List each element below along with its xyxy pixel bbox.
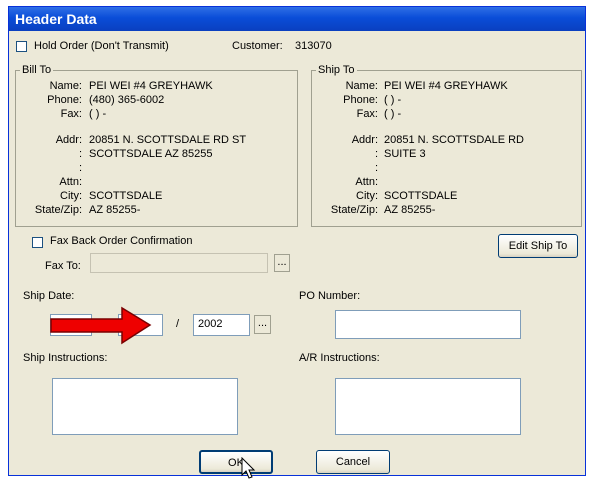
ship-instructions-label: Ship Instructions: [23,352,108,364]
fax-to-browse-button[interactable]: ... [274,254,290,272]
edit-ship-to-button[interactable]: Edit Ship To [498,234,578,258]
hold-order-checkbox[interactable] [16,41,27,52]
window-title: Header Data [9,7,585,31]
bill-fax-label: Fax: [60,108,82,120]
bill-phone-label: Phone: [47,94,82,106]
customer-value: 313070 [295,40,332,52]
bill-addr-label: Addr: [55,134,82,146]
bill-fax-value: ( ) - [89,108,107,120]
ship-name-value: PEI WEI #4 GREYHAWK [384,80,508,92]
bill-attn-label: Attn: [59,176,82,188]
fax-to-label: Fax To: [45,260,81,272]
ship-statezip-label: State/Zip: [330,204,378,216]
fax-back-checkbox[interactable] [32,237,43,248]
ship-attn-label: Attn: [355,176,378,188]
ship-date-year-input[interactable]: 2002 [193,314,250,336]
ship-instructions-textarea[interactable] [52,378,238,435]
po-number-input[interactable] [335,310,521,339]
ship-addr-line2: SUITE 3 [384,148,426,160]
ship-fax-value: ( ) - [384,108,402,120]
bill-phone-value: (480) 365-6002 [89,94,165,106]
fax-back-label: Fax Back Order Confirmation [50,235,193,247]
cancel-button[interactable]: Cancel [316,450,390,474]
ship-addr-label: Addr: [351,134,378,146]
ok-button[interactable]: OK [199,450,273,474]
ar-instructions-label: A/R Instructions: [299,352,380,364]
ar-instructions-textarea[interactable] [335,378,521,435]
hold-order-label: Hold Order (Don't Transmit) [34,40,169,52]
ship-city-value: SCOTTSDALE [384,190,458,202]
ship-phone-value: ( ) - [384,94,402,106]
bill-name-value: PEI WEI #4 GREYHAWK [89,80,213,92]
bill-addr-colon: : [78,162,82,174]
customer-label: Customer: [232,40,283,52]
po-number-label: PO Number: [299,290,361,302]
ship-addr-colon: : [374,148,378,160]
ship-statezip-value: AZ 85255- [384,204,436,216]
bill-addr-line1: 20851 N. SCOTTSDALE RD ST [89,134,247,146]
bill-addr-line2: SCOTTSDALE AZ 85255 [89,148,213,160]
fax-to-input[interactable] [90,253,268,273]
ship-to-legend: Ship To [316,64,357,76]
ship-date-label: Ship Date: [23,290,75,302]
ship-addr-line1: 20851 N. SCOTTSDALE RD [384,134,524,146]
ship-date-picker-button[interactable]: ... [254,315,271,334]
mouse-pointer-icon [241,457,256,479]
red-arrow-icon [50,306,152,345]
bill-city-value: SCOTTSDALE [89,190,163,202]
bill-name-label: Name: [49,80,82,92]
ship-phone-label: Phone: [343,94,378,106]
bill-addr-colon: : [78,148,82,160]
ship-addr-colon: : [374,162,378,174]
bill-statezip-value: AZ 85255- [89,204,141,216]
ship-date-separator: / [176,318,180,330]
ship-name-label: Name: [345,80,378,92]
bill-to-legend: Bill To [20,64,54,76]
bill-statezip-label: State/Zip: [34,204,82,216]
bill-city-label: City: [60,190,82,202]
ship-city-label: City: [356,190,378,202]
ship-fax-label: Fax: [356,108,378,120]
